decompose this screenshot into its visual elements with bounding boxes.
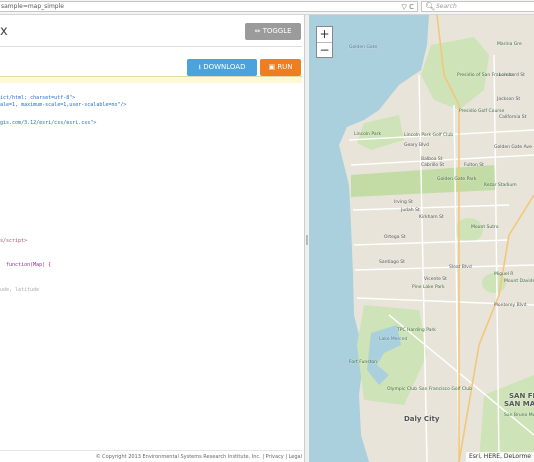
map-label-road: Irving St: [394, 200, 413, 205]
browser-toolbar: sample=map_simple ▽ C 🔍︎ Search: [0, 0, 534, 15]
zoom-control: + −: [316, 26, 333, 58]
map-attribution: Esri, HERE, DeLorme: [465, 452, 534, 462]
code-editor-panel: x ⇔ TOGGLE ⭳ DOWNLOAD ▣ RUN ict/html; ch…: [0, 15, 305, 462]
map-label-road: Judah St: [401, 208, 420, 213]
download-label: DOWNLOAD: [203, 63, 246, 71]
toggle-icon: ⇔: [254, 27, 261, 35]
search-icon: 🔍︎: [425, 2, 436, 11]
map-label-road: Cabrillo St: [421, 163, 445, 168]
map-label-road: Sloat Blvd: [449, 265, 472, 270]
map-label-road: Vicente St: [424, 277, 447, 282]
map-label-road: Kirkham St: [419, 215, 444, 220]
map-label-city: SAN FR: [509, 392, 534, 400]
divider: [0, 46, 302, 47]
code-line: ude, latitude: [0, 287, 40, 294]
map-view[interactable]: Golden Gate Presidio of San Francisco Pres…: [309, 15, 534, 462]
map-label-road: California St: [499, 115, 527, 120]
map-label-area: Presidio Golf Course: [459, 109, 505, 114]
map-canvas[interactable]: [309, 15, 534, 462]
map-label-area: Miguel R: [494, 272, 514, 277]
code-text-area[interactable]: ict/html; charset=utf-8"> ale=1, maximum-…: [0, 83, 302, 443]
map-label-city: Daly City: [404, 415, 440, 423]
map-label-area: San Francisco Golf Club: [419, 387, 472, 392]
map-label-area: Fort Funston: [349, 360, 377, 365]
address-bar[interactable]: sample=map_simple ▽ C: [0, 1, 418, 12]
zoom-out-button[interactable]: −: [317, 43, 332, 58]
map-label-area: Mount Davidson: [504, 279, 534, 284]
zoom-in-button[interactable]: +: [317, 27, 332, 42]
toggle-label: TOGGLE: [262, 27, 292, 35]
map-label-road: Santiago St: [379, 260, 405, 265]
reload-icon[interactable]: ▽ C: [402, 2, 415, 12]
map-label-road: Monterey Blvd: [494, 303, 527, 308]
map-label-city: SAN MATEO: [504, 400, 534, 408]
copyright-footer: © Copyright 2013 Environmental Systems R…: [0, 450, 302, 462]
map-label-road: Fulton St: [464, 163, 484, 168]
run-button[interactable]: ▣ RUN: [260, 59, 301, 76]
map-label-road: Lombard St: [499, 73, 525, 78]
map-label-water: Golden Gate: [349, 45, 378, 50]
map-label-area: Marina Gre: [497, 42, 522, 47]
toggle-button[interactable]: ⇔ TOGGLE: [245, 23, 301, 40]
splitter-grip-icon[interactable]: [306, 235, 308, 245]
map-label-water: Lake Merced: [379, 337, 408, 342]
map-label-area: San Bruno Mountain State Park: [504, 413, 534, 418]
map-label-area: Pine Lake Park: [412, 285, 445, 290]
map-label-area: Lincoln Park Golf Club: [404, 133, 454, 138]
sample-title: x: [0, 24, 8, 39]
map-label-area: Golden Gate Park: [437, 177, 477, 182]
map-label-area: Mount Sutro: [471, 225, 499, 230]
search-placeholder: Search: [436, 3, 457, 10]
download-icon: ⭳: [198, 63, 201, 71]
download-button[interactable]: ⭳ DOWNLOAD: [187, 59, 257, 76]
run-label: RUN: [277, 63, 293, 71]
map-label-area: Olympic Club: [387, 387, 417, 392]
map-label-road: Ortega St: [384, 235, 406, 240]
play-icon: ▣: [268, 63, 276, 71]
map-label-area: Lincoln Park: [354, 132, 382, 137]
map-label-road: Balboa St: [421, 157, 443, 162]
browser-search-input[interactable]: 🔍︎ Search: [421, 1, 534, 12]
address-bar-url: sample=map_simple: [1, 3, 64, 10]
map-label-road: Jackson St: [497, 97, 521, 102]
map-label-area: Kezar Stadium: [484, 183, 517, 188]
map-label-area: TPC Harding Park: [397, 328, 436, 333]
map-label-road: Geary Blvd: [404, 143, 429, 148]
map-label-road: Golden Gate Ave: [494, 145, 532, 150]
